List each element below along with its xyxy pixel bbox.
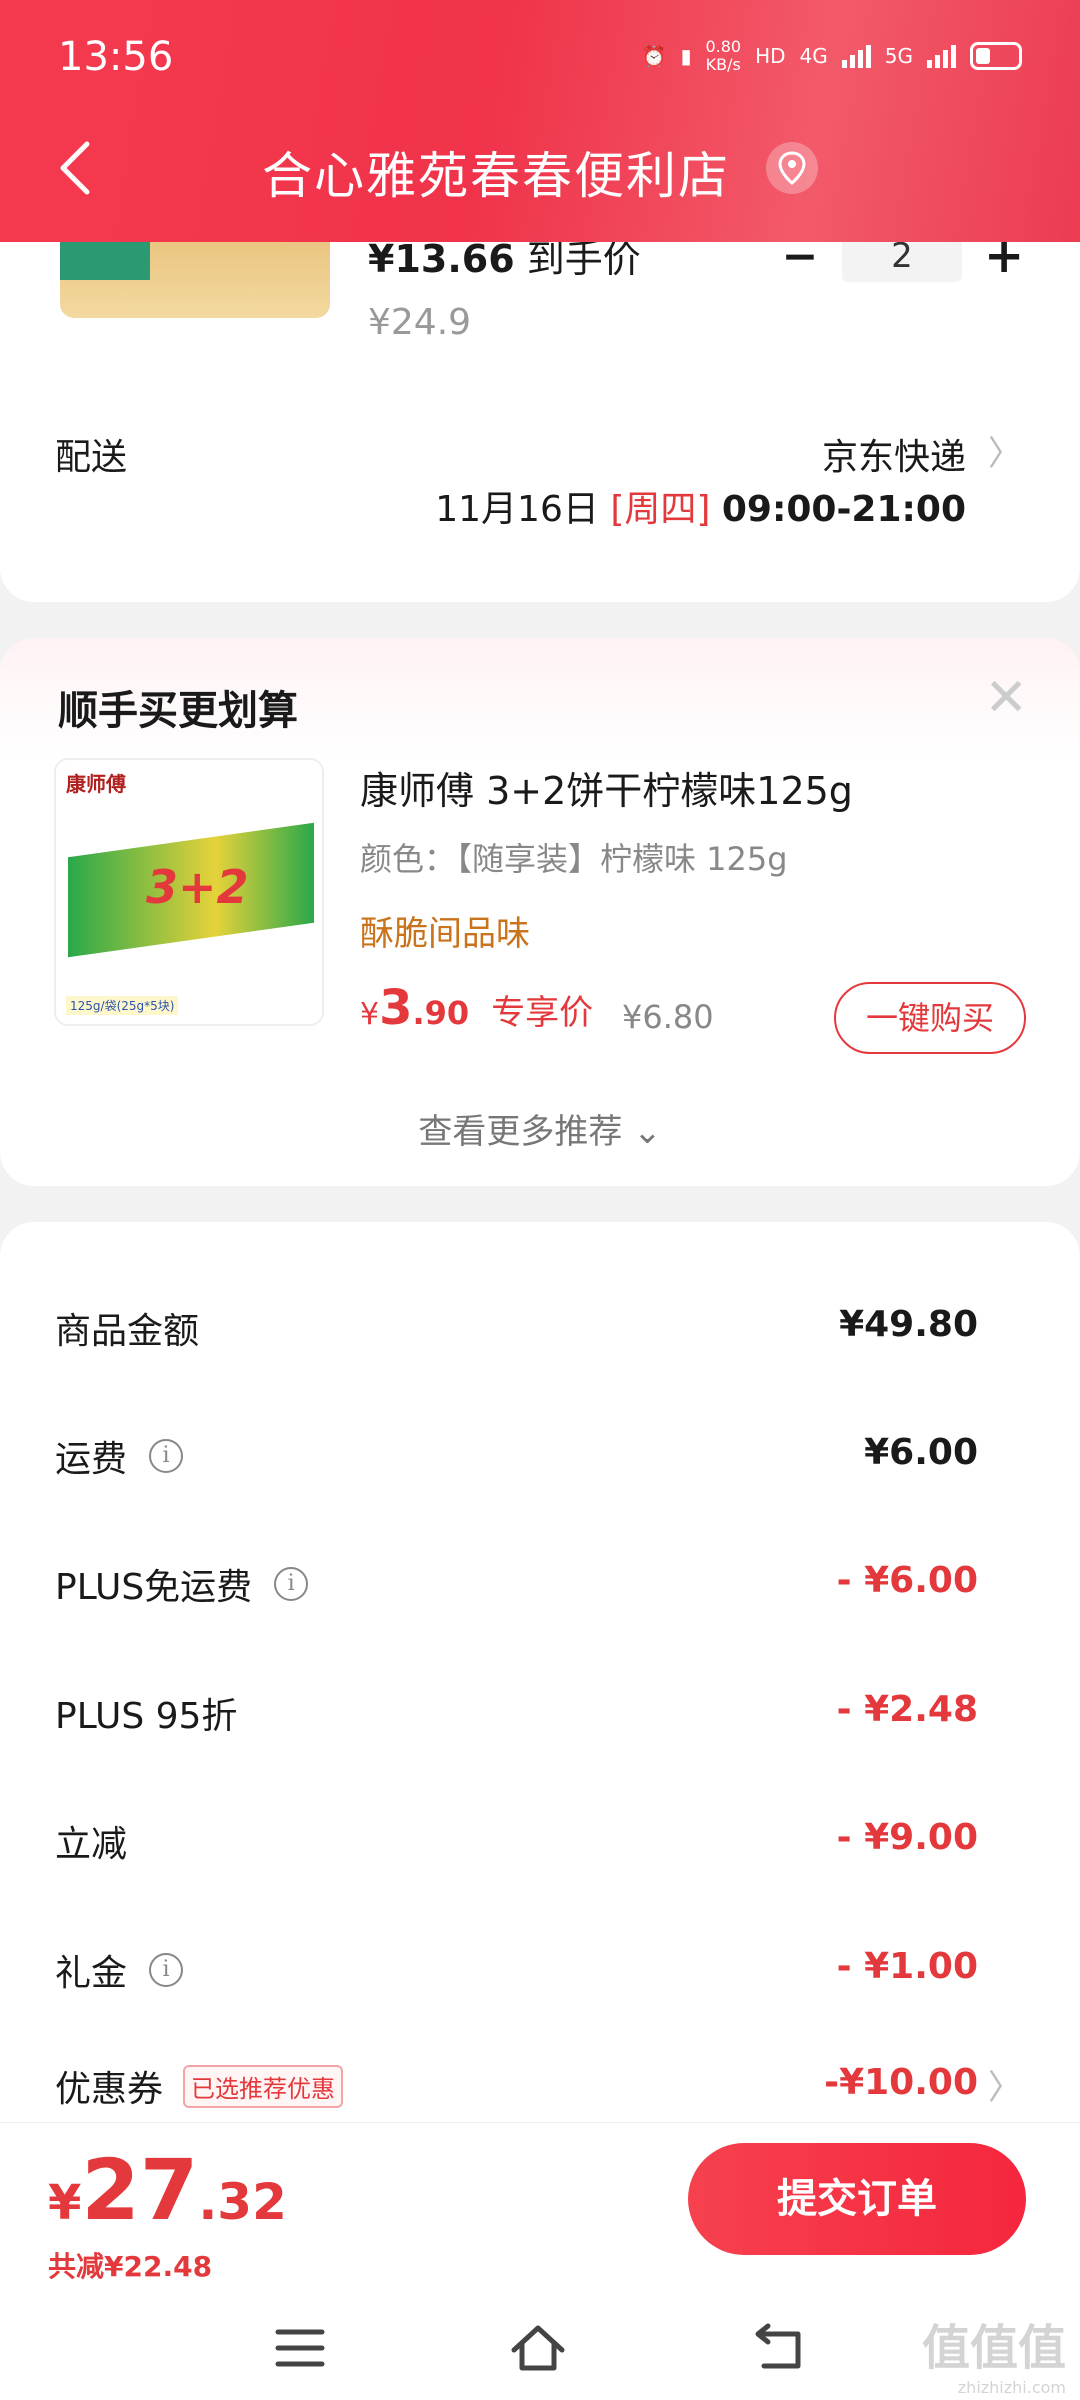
chevron-down-icon: ⌄ bbox=[633, 1112, 662, 1152]
vibrate-icon: ▮ bbox=[680, 44, 692, 68]
recommend-title: 顺手买更划算 bbox=[58, 688, 298, 734]
summary-row-instant-cut: 立减 - ¥9.00 bbox=[55, 1817, 978, 1865]
recommend-spec[interactable]: 颜色：【随享装】柠檬味 125g bbox=[360, 834, 788, 880]
delivery-label: 配送 bbox=[55, 437, 128, 478]
summary-row-gift-money: 礼金 i - ¥1.00 bbox=[55, 1946, 978, 1994]
recommend-original-price: ¥6.80 bbox=[622, 998, 714, 1036]
location-icon[interactable] bbox=[766, 142, 818, 194]
back-nav-icon[interactable] bbox=[750, 2320, 810, 2376]
summary-row-goods: 商品金额 ¥49.80 bbox=[55, 1304, 978, 1352]
recommend-product-name[interactable]: 康师傅 3+2饼干柠檬味125g bbox=[360, 760, 853, 815]
more-recommend-link[interactable]: 查看更多推荐 ⌄ bbox=[0, 1104, 1080, 1153]
network-speed: 0.80 KB/s bbox=[705, 37, 742, 74]
signal-4g-label: 4G bbox=[799, 44, 828, 68]
signal-icon bbox=[841, 44, 871, 68]
info-icon[interactable]: i bbox=[149, 1953, 184, 1987]
info-icon[interactable]: i bbox=[149, 1439, 184, 1473]
recommend-card: 顺手买更划算 ✕ 康师傅 3+2 125g/袋(25g*5块) 康师傅 3+2饼… bbox=[0, 638, 1080, 1186]
status-bar: 13:56 ⏰ ▮ 0.80 KB/s HD 4G 5G bbox=[58, 30, 1022, 90]
alarm-icon: ⏰ bbox=[641, 44, 667, 68]
delivery-time[interactable]: 11月16日 [周四] 09:00-21:00 bbox=[435, 480, 966, 532]
original-price: ¥24.9 bbox=[368, 302, 472, 343]
coupon-tag: 已选推荐优惠 bbox=[183, 2064, 344, 2108]
summary-row-plus-discount: PLUS 95折 - ¥2.48 bbox=[55, 1689, 978, 1737]
total-price: ¥ 27 .32 bbox=[48, 2141, 287, 2239]
package-number-text: 3+2 bbox=[146, 860, 249, 914]
summary-row-shipping: 运费 i ¥6.00 bbox=[55, 1432, 978, 1480]
home-icon[interactable] bbox=[508, 2320, 568, 2376]
nav-row: 合心雅苑春春便利店 bbox=[0, 120, 1080, 220]
menu-icon[interactable] bbox=[270, 2320, 330, 2376]
delivery-method[interactable]: 京东快递 bbox=[822, 428, 966, 480]
chevron-left-icon bbox=[60, 141, 90, 195]
product-thumbnail[interactable] bbox=[60, 230, 330, 318]
chevron-right-icon[interactable]: 〉 bbox=[988, 426, 1022, 475]
hd-icon: HD bbox=[755, 44, 786, 68]
battery-icon bbox=[970, 42, 1022, 70]
order-item-card: ¥13.66 到手价 − 2 + ¥24.9 配送 京东快递 〉 11月16日 … bbox=[0, 190, 1080, 602]
checkout-bar: ¥ 27 .32 共减¥22.48 提交订单 bbox=[0, 2122, 1080, 2300]
summary-row-coupon[interactable]: 优惠券 已选推荐优惠 -¥10.00 〉 bbox=[0, 2060, 1080, 2120]
info-icon[interactable]: i bbox=[274, 1567, 309, 1601]
summary-row-plus-free-shipping: PLUS免运费 i - ¥6.00 bbox=[55, 1560, 978, 1608]
back-button[interactable] bbox=[55, 138, 115, 202]
watermark: 值值值 zhizhizhi.com bbox=[921, 2320, 1066, 2397]
status-icons: ⏰ ▮ 0.80 KB/s HD 4G 5G bbox=[642, 38, 1022, 74]
one-click-buy-button[interactable]: 一键购买 bbox=[834, 982, 1026, 1054]
signal-icon-2 bbox=[927, 44, 956, 68]
system-nav-bar: 值值值 zhizhizhi.com bbox=[0, 2300, 1080, 2400]
status-time: 13:56 bbox=[58, 34, 174, 80]
page-title[interactable]: 合心雅苑春春便利店 bbox=[262, 136, 730, 208]
header-bar: 13:56 ⏰ ▮ 0.80 KB/s HD 4G 5G 合心雅苑春春便利店 bbox=[0, 0, 1080, 242]
saved-amount[interactable]: 共减¥22.48 bbox=[48, 2245, 212, 2285]
chevron-right-icon[interactable]: 〉 bbox=[988, 2060, 1022, 2109]
signal-5g-label: 5G bbox=[884, 44, 913, 68]
recommend-price: ¥ 3 .90 专享价 bbox=[360, 980, 594, 1036]
package-brand-text: 康师傅 bbox=[66, 772, 126, 796]
close-icon[interactable]: ✕ bbox=[984, 668, 1028, 728]
package-weight-text: 125g/袋(25g*5块) bbox=[66, 996, 179, 1015]
recommend-tag: 酥脆间品味 bbox=[360, 914, 530, 954]
recommend-product-image[interactable]: 康师傅 3+2 125g/袋(25g*5块) bbox=[54, 758, 324, 1026]
submit-order-button[interactable]: 提交订单 bbox=[688, 2143, 1026, 2255]
